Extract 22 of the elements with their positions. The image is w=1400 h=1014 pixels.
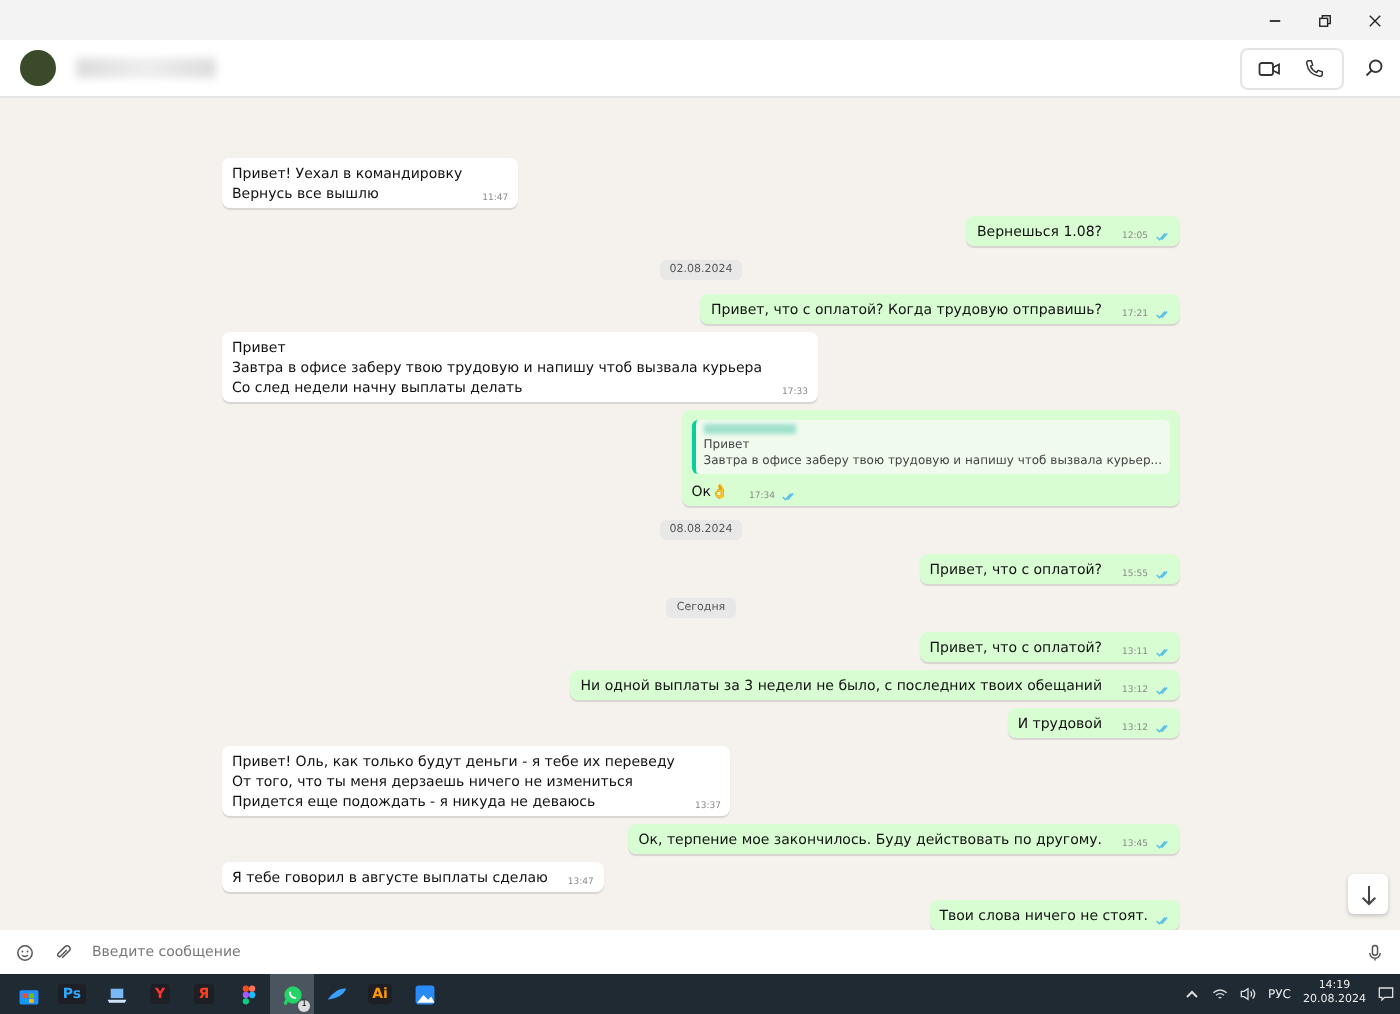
notification-icon[interactable]: [1378, 986, 1394, 1002]
emoji-icon[interactable]: [16, 943, 34, 961]
search-icon[interactable]: [1364, 58, 1384, 78]
scroll-down-button[interactable]: [1348, 874, 1388, 914]
video-camera-icon[interactable]: [1258, 57, 1282, 79]
blurred-contact-name: [76, 58, 216, 78]
wifi-icon[interactable]: [1212, 986, 1229, 1002]
laptop-icon: [105, 983, 127, 1005]
paperclip-icon[interactable]: [54, 943, 72, 961]
chat-bubble-icon: [281, 983, 303, 1005]
phone-icon[interactable]: [1302, 57, 1326, 79]
image-icon: [413, 983, 435, 1005]
wing-icon: [325, 983, 347, 1005]
arrow-down-icon: [1359, 883, 1377, 905]
speaker-icon[interactable]: [1240, 986, 1257, 1002]
blurred-author-name: [703, 424, 796, 434]
restore-icon[interactable]: [1318, 13, 1332, 27]
chevron-up-icon[interactable]: [1184, 986, 1201, 1002]
microphone-icon[interactable]: [1366, 943, 1384, 961]
avatar[interactable]: [20, 50, 56, 86]
close-icon[interactable]: [1368, 13, 1382, 27]
shapes-icon: [237, 983, 259, 1005]
